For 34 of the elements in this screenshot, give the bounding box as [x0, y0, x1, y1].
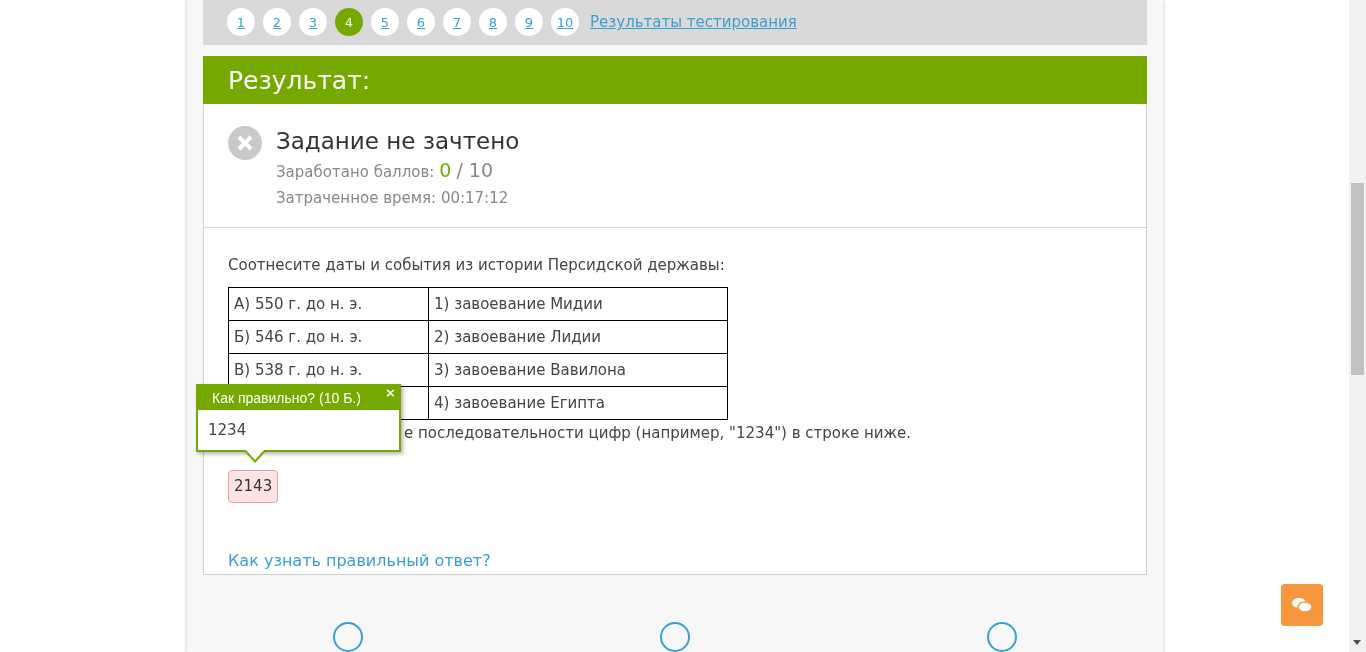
answer-badge: 2143: [228, 470, 279, 503]
time-spent: Затраченное время: 00:17:12: [276, 187, 510, 209]
close-button[interactable]: ×: [385, 386, 396, 401]
help-link[interactable]: Как узнать правильный ответ?: [228, 548, 491, 573]
scroll-down-icon[interactable]: [1353, 640, 1361, 645]
page-link[interactable]: 9: [515, 8, 543, 37]
correct-answer: 1234: [208, 420, 247, 442]
page-link[interactable]: 6: [407, 8, 435, 37]
scrollbar-thumb[interactable]: [1351, 183, 1364, 375]
page-link[interactable]: 7: [443, 8, 471, 37]
chat-icon: [1291, 596, 1313, 614]
scrollbar[interactable]: [1349, 0, 1366, 652]
table-cell: Б) 546 г. до н. э.: [228, 320, 429, 354]
table-cell: 2) завоевание Лидии: [428, 320, 728, 354]
question-prompt: Соотнесите даты и события из истории Персидской державы:: [228, 255, 726, 277]
points-earned: 0: [439, 158, 452, 184]
page-link[interactable]: 2: [263, 8, 291, 37]
tooltip-title: Как правильно? (10 Б.): [212, 389, 361, 409]
page-link[interactable]: 5: [371, 8, 399, 37]
table-cell: 1) завоевание Мидии: [428, 287, 728, 321]
page-link[interactable]: 4: [335, 8, 363, 37]
page-link[interactable]: 10: [551, 8, 579, 37]
results-link[interactable]: Результаты тестирования: [590, 11, 797, 34]
points-label: Заработано баллов:: [276, 162, 435, 184]
status-title: Задание не зачтено: [276, 127, 520, 157]
table-cell: А) 550 г. до н. э.: [228, 287, 429, 321]
page-link[interactable]: 8: [479, 8, 507, 37]
table-cell: 3) завоевание Вавилона: [428, 353, 728, 387]
result-heading: Результат:: [228, 64, 371, 97]
page-link[interactable]: 3: [299, 8, 327, 37]
chat-button[interactable]: [1281, 584, 1323, 626]
points-total: / 10: [456, 158, 494, 184]
table-cell: 4) завоевание Египта: [428, 386, 728, 420]
page-link[interactable]: 1: [227, 8, 255, 37]
